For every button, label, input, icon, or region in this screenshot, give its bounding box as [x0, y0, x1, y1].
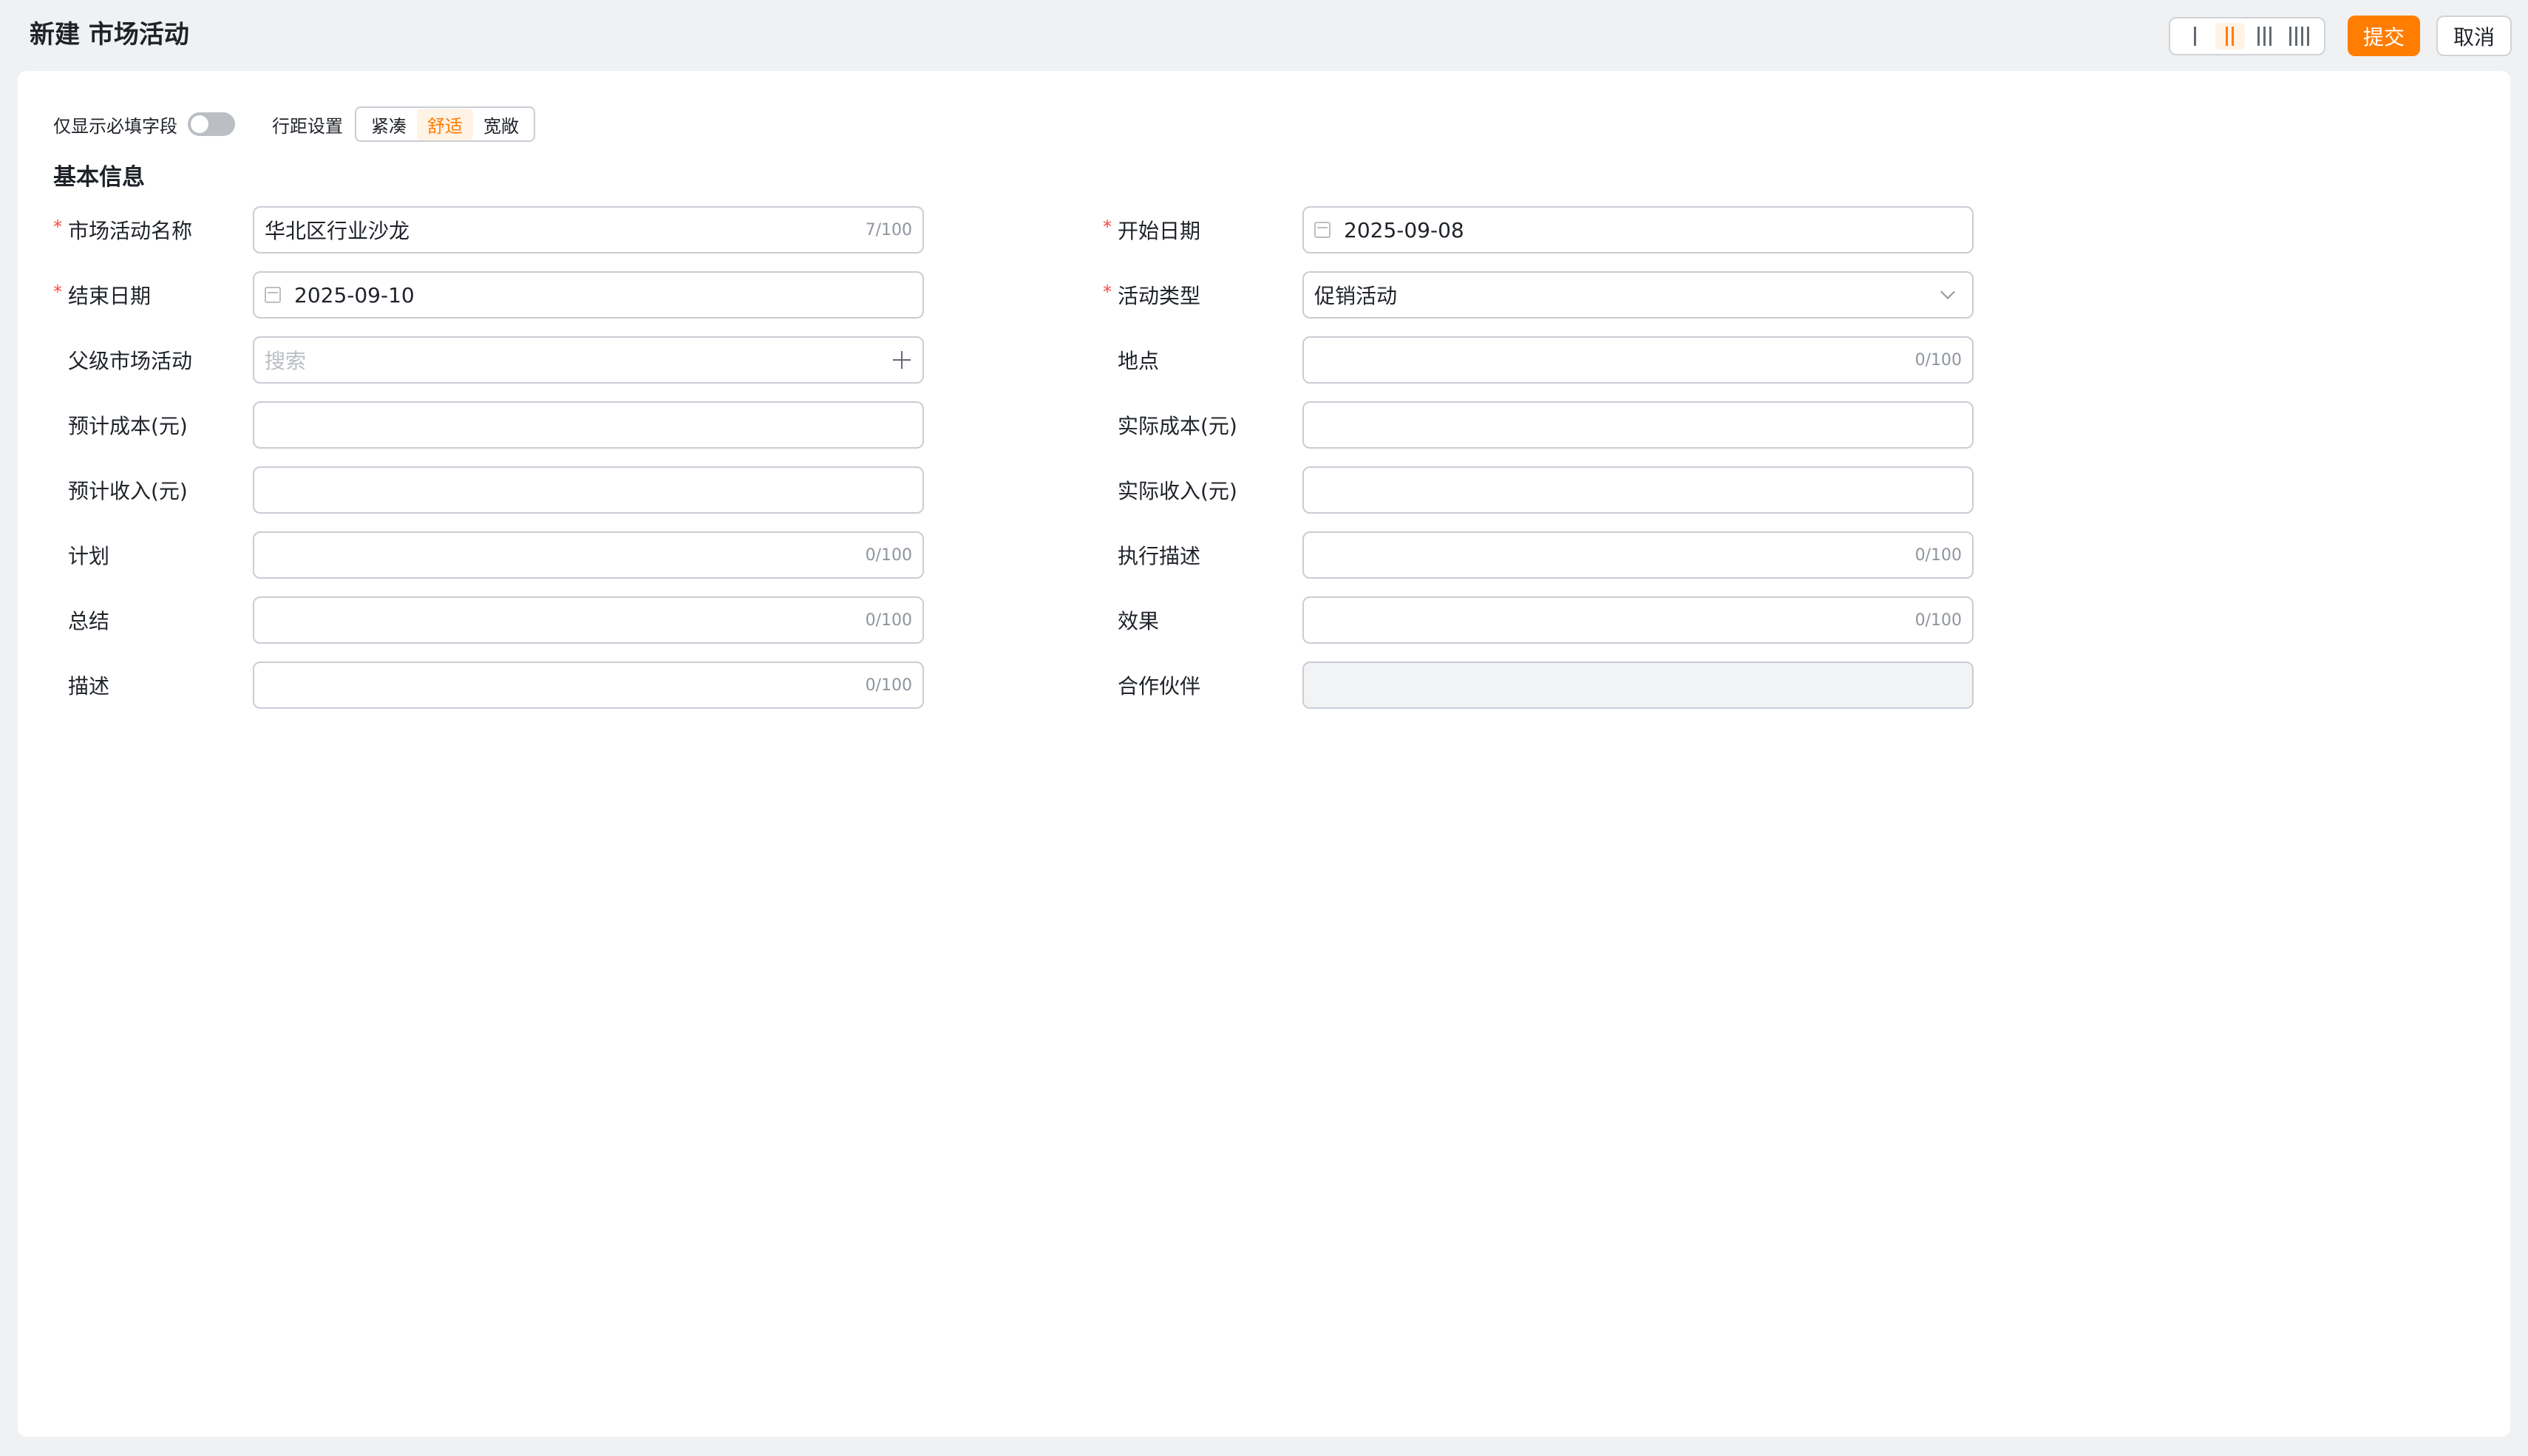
field-label: 市场活动名称	[68, 219, 193, 243]
required-marker: *	[53, 282, 62, 302]
spacing-segmented-control: 紧凑 舒适 宽敞	[355, 106, 535, 142]
one-column-layout-icon[interactable]	[2181, 23, 2210, 50]
field-label: 合作伙伴	[1118, 674, 1201, 698]
calendar-icon	[1314, 222, 1331, 238]
field-label: 效果	[1118, 609, 1160, 633]
input-value: 2025-09-10	[294, 282, 415, 307]
cancel-button[interactable]: 取消	[2436, 16, 2512, 56]
actual-revenue-input[interactable]	[1302, 466, 1974, 514]
char-counter: 0/100	[865, 610, 912, 630]
field-end-date: * 结束日期 2025-09-10	[53, 271, 924, 319]
parent-activity-search[interactable]: 搜索	[253, 336, 924, 384]
calendar-icon	[265, 287, 281, 303]
page-title: 新建 市场活动	[30, 20, 189, 50]
activity-type-select[interactable]: 促销活动	[1302, 271, 1974, 319]
chevron-down-icon	[1940, 285, 1955, 299]
required-only-toggle[interactable]	[188, 112, 235, 136]
field-label: 实际收入(元)	[1118, 479, 1237, 503]
description-input[interactable]: 0/100	[253, 661, 924, 709]
input-value: 华北区行业沙龙	[265, 219, 410, 243]
char-counter: 0/100	[865, 545, 912, 565]
field-plan: 计划 0/100	[53, 531, 924, 579]
char-counter: 0/100	[865, 676, 912, 695]
field-label: 活动类型	[1118, 284, 1201, 308]
field-location: 地点 0/100	[1103, 336, 1974, 384]
field-parent-activity: 父级市场活动 搜索	[53, 336, 924, 384]
summary-input[interactable]: 0/100	[253, 596, 924, 644]
form-toolbar: 仅显示必填字段 行距设置 紧凑 舒适 宽敞	[53, 106, 535, 142]
field-label: 预计收入(元)	[68, 479, 188, 503]
expected-revenue-input[interactable]	[253, 466, 924, 514]
budget-cost-input[interactable]	[253, 401, 924, 449]
three-column-layout-icon[interactable]	[2250, 23, 2280, 50]
field-label: 预计成本(元)	[68, 414, 188, 438]
end-date-picker[interactable]: 2025-09-10	[253, 271, 924, 319]
spacing-option-comfortable[interactable]: 舒适	[417, 108, 473, 140]
field-description: 描述 0/100	[53, 661, 924, 709]
activity-name-input[interactable]: 华北区行业沙龙 7/100	[253, 206, 924, 254]
column-layout-switch	[2169, 17, 2325, 55]
field-actual-revenue: 实际收入(元)	[1103, 466, 1974, 514]
input-placeholder: 搜索	[265, 349, 307, 373]
field-execution-desc: 执行描述 0/100	[1103, 531, 1974, 579]
field-label: 执行描述	[1118, 544, 1201, 568]
spacing-option-loose[interactable]: 宽敞	[473, 109, 529, 140]
plan-input[interactable]: 0/100	[253, 531, 924, 579]
plus-icon[interactable]	[893, 351, 911, 369]
required-marker: *	[1103, 282, 1112, 302]
field-expected-revenue: 预计收入(元)	[53, 466, 924, 514]
field-label: 地点	[1118, 349, 1160, 373]
field-label: 父级市场活动	[68, 349, 193, 373]
field-summary: 总结 0/100	[53, 596, 924, 644]
field-budget-cost: 预计成本(元)	[53, 401, 924, 449]
four-column-layout-icon[interactable]	[2285, 23, 2314, 50]
char-counter: 0/100	[1914, 545, 1962, 565]
field-label: 开始日期	[1118, 219, 1201, 243]
field-start-date: * 开始日期 2025-09-08	[1103, 206, 1974, 254]
field-label: 计划	[68, 544, 110, 568]
char-counter: 0/100	[1914, 610, 1962, 630]
actual-cost-input[interactable]	[1302, 401, 1974, 449]
input-value: 促销活动	[1314, 284, 1398, 308]
field-name: * 市场活动名称 华北区行业沙龙 7/100	[53, 206, 924, 254]
section-title: 基本信息	[53, 164, 145, 191]
field-label: 结束日期	[68, 284, 152, 308]
submit-button[interactable]: 提交	[2348, 16, 2420, 56]
two-column-layout-icon[interactable]	[2215, 23, 2245, 50]
effect-input[interactable]: 0/100	[1302, 596, 1974, 644]
required-only-label: 仅显示必填字段	[53, 115, 177, 137]
field-actual-cost: 实际成本(元)	[1103, 401, 1974, 449]
spacing-label: 行距设置	[272, 115, 343, 137]
field-label: 描述	[68, 674, 110, 698]
input-value: 2025-09-08	[1344, 217, 1464, 242]
start-date-picker[interactable]: 2025-09-08	[1302, 206, 1974, 254]
partner-input	[1302, 661, 1974, 709]
form-card: 仅显示必填字段 行距设置 紧凑 舒适 宽敞 基本信息 * 市场活动名称 华北区行业…	[18, 71, 2510, 1437]
spacing-option-compact[interactable]: 紧凑	[361, 109, 417, 140]
required-marker: *	[53, 217, 62, 237]
execution-desc-input[interactable]: 0/100	[1302, 531, 1974, 579]
char-counter: 7/100	[865, 220, 912, 239]
field-label: 实际成本(元)	[1118, 414, 1237, 438]
field-effect: 效果 0/100	[1103, 596, 1974, 644]
top-bar: 新建 市场活动 提交 取消	[0, 0, 2528, 71]
required-marker: *	[1103, 217, 1112, 237]
field-label: 总结	[68, 609, 110, 633]
char-counter: 0/100	[1914, 350, 1962, 370]
location-input[interactable]: 0/100	[1302, 336, 1974, 384]
field-partner: 合作伙伴	[1103, 661, 1974, 709]
field-activity-type: * 活动类型 促销活动	[1103, 271, 1974, 319]
